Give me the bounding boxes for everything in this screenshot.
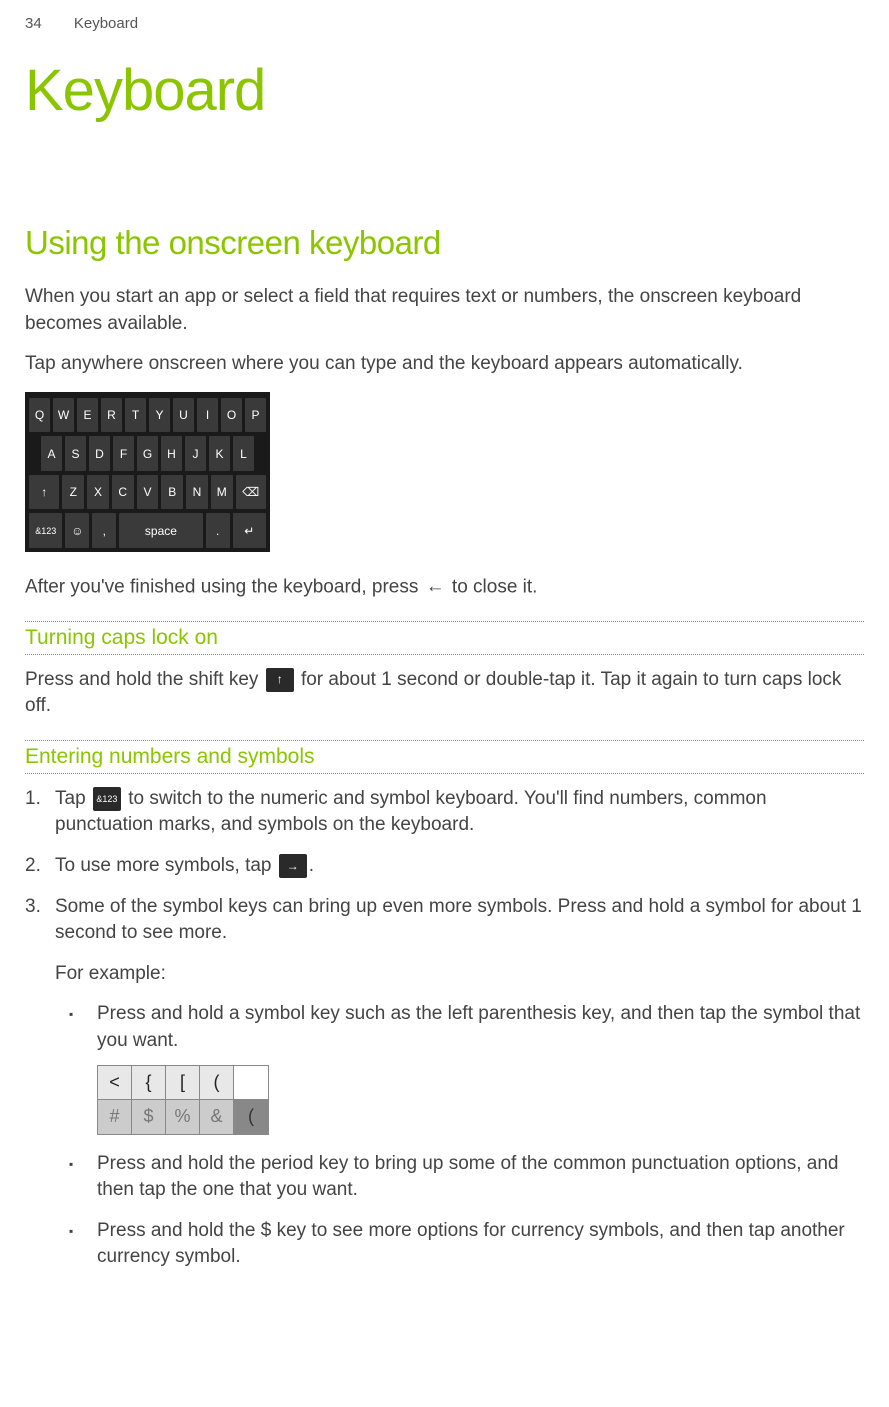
kb-key: R <box>101 398 122 433</box>
step-1: Tap &123 to switch to the numeric and sy… <box>55 786 864 839</box>
kb-key: A <box>41 436 62 471</box>
symbol-option: < <box>98 1066 132 1100</box>
numbered-steps: Tap &123 to switch to the numeric and sy… <box>25 786 864 1271</box>
kb-emoji-key: ☺ <box>65 513 89 548</box>
kb-key: T <box>125 398 146 433</box>
kb-key: Q <box>29 398 50 433</box>
kb-key: G <box>137 436 158 471</box>
kb-key: M <box>211 475 233 510</box>
kb-key: K <box>209 436 230 471</box>
kb-key: S <box>65 436 86 471</box>
shift-key-icon: ↑ <box>266 668 294 692</box>
chapter-title: Keyboard <box>25 57 864 124</box>
kb-enter-key: ↵ <box>233 513 266 548</box>
numeric-key-icon: &123 <box>93 787 121 811</box>
symbol-key: & <box>200 1100 234 1134</box>
symbol-option: { <box>132 1066 166 1100</box>
kb-key: B <box>161 475 183 510</box>
kb-key: C <box>112 475 134 510</box>
step-3: Some of the symbol keys can bring up eve… <box>55 894 864 1271</box>
kb-period-key: . <box>206 513 230 548</box>
symbol-option: ( <box>200 1066 234 1100</box>
back-arrow-icon: ← <box>426 574 445 601</box>
keyboard-illustration: Q W E R T Y U I O P A S D F G H J K L ↑ … <box>25 392 270 552</box>
intro-paragraph-1: When you start an app or select a field … <box>25 284 864 337</box>
bullet-parenthesis: Press and hold a symbol key such as the … <box>97 1001 864 1134</box>
kb-key: X <box>87 475 109 510</box>
intro-paragraph-2: Tap anywhere onscreen where you can type… <box>25 351 864 378</box>
kb-key: L <box>233 436 254 471</box>
symbol-option: [ <box>166 1066 200 1100</box>
arrow-right-icon: → <box>279 854 307 878</box>
bullet-currency: Press and hold the $ key to see more opt… <box>97 1218 864 1271</box>
section-name: Keyboard <box>74 15 138 32</box>
kb-comma-key: , <box>92 513 116 548</box>
subsection-caps-lock: Turning caps lock on <box>25 621 864 655</box>
symbol-key: $ <box>132 1100 166 1134</box>
example-bullets: Press and hold a symbol key such as the … <box>55 1001 864 1271</box>
caps-lock-text: Press and hold the shift key ↑ for about… <box>25 667 864 720</box>
for-example-label: For example: <box>55 961 864 988</box>
symbol-key: % <box>166 1100 200 1134</box>
kb-key: F <box>113 436 134 471</box>
section-title: Using the onscreen keyboard <box>25 224 864 262</box>
step-2: To use more symbols, tap →. <box>55 853 864 880</box>
close-keyboard-text: After you've finished using the keyboard… <box>25 574 864 601</box>
kb-key: P <box>245 398 266 433</box>
kb-key: Y <box>149 398 170 433</box>
bullet-period: Press and hold the period key to bring u… <box>97 1151 864 1204</box>
kb-key: I <box>197 398 218 433</box>
kb-numeric-key: &123 <box>29 513 62 548</box>
subsection-numbers-symbols: Entering numbers and symbols <box>25 740 864 774</box>
kb-key: W <box>53 398 74 433</box>
kb-key: D <box>89 436 110 471</box>
kb-key: O <box>221 398 242 433</box>
kb-key: E <box>77 398 98 433</box>
kb-key: J <box>185 436 206 471</box>
kb-key: U <box>173 398 194 433</box>
symbol-popup-illustration: < { [ ( # $ % & ( <box>97 1065 269 1135</box>
symbol-key: # <box>98 1100 132 1134</box>
symbol-key-active: ( <box>234 1100 268 1134</box>
kb-key: Z <box>62 475 84 510</box>
kb-backspace-key: ⌫ <box>236 475 266 510</box>
kb-space-key: space <box>119 513 203 548</box>
page-number: 34 <box>25 15 42 32</box>
kb-key: N <box>186 475 208 510</box>
kb-shift-key: ↑ <box>29 475 59 510</box>
page-header: 34 Keyboard <box>25 15 864 32</box>
kb-key: V <box>137 475 159 510</box>
kb-key: H <box>161 436 182 471</box>
